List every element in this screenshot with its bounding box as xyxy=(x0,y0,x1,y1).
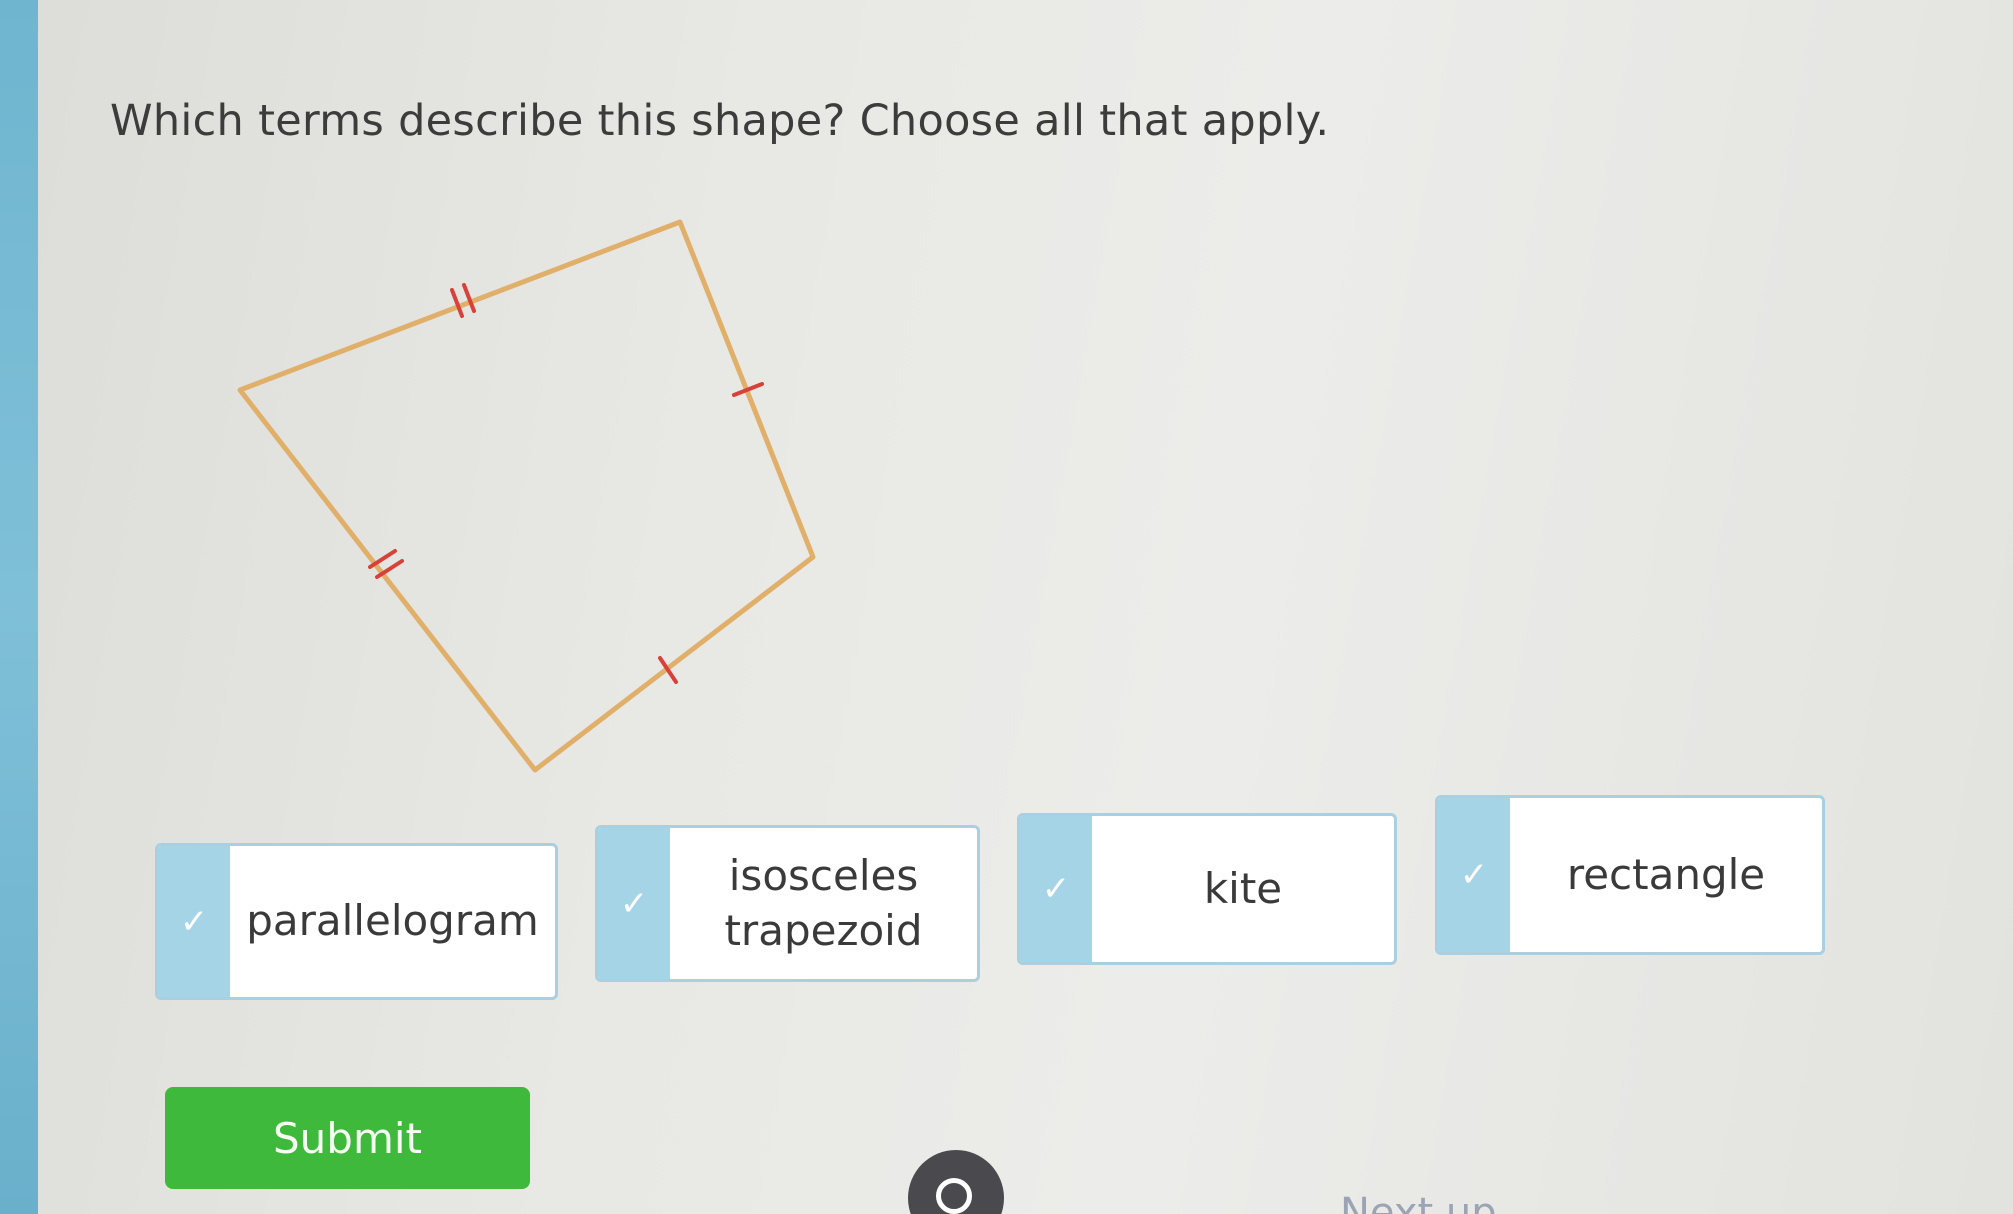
submit-button[interactable]: Submit xyxy=(165,1087,530,1189)
shape-outline xyxy=(237,219,816,773)
question-prompt: Which terms describe this shape? Choose … xyxy=(110,96,1330,146)
answer-choices: ✓ parallelogram ✓ isosceles trapezoid ✓ … xyxy=(155,795,1835,1015)
next-up-label: Next up xyxy=(1340,1190,1497,1214)
choice-rectangle[interactable]: ✓ rectangle xyxy=(1435,795,1825,955)
checkmark-icon: ✓ xyxy=(158,846,230,997)
checkmark-icon: ✓ xyxy=(1020,816,1092,962)
choice-label: rectangle xyxy=(1566,849,1766,899)
double-tick-mark-top xyxy=(450,283,476,318)
mouse-cursor-icon xyxy=(908,1150,1004,1214)
choice-parallelogram[interactable]: ✓ parallelogram xyxy=(155,843,558,1000)
choice-label-line2: trapezoid xyxy=(724,905,923,955)
kite-shape-figure xyxy=(237,219,816,773)
left-sidebar-strip xyxy=(0,0,38,1214)
practice-screen: Which terms describe this shape? Choose … xyxy=(0,0,2013,1214)
choice-label-line1: isosceles xyxy=(728,850,919,900)
choice-label: kite xyxy=(1203,863,1283,913)
double-tick-mark-left xyxy=(368,549,404,579)
choice-label: parallelogram xyxy=(246,896,539,946)
choice-isosceles-trapezoid[interactable]: ✓ isosceles trapezoid xyxy=(595,825,980,982)
checkmark-icon: ✓ xyxy=(598,828,670,979)
choice-kite[interactable]: ✓ kite xyxy=(1017,813,1397,965)
checkmark-icon: ✓ xyxy=(1438,798,1510,952)
choice-label: isosceles trapezoid xyxy=(670,828,977,979)
